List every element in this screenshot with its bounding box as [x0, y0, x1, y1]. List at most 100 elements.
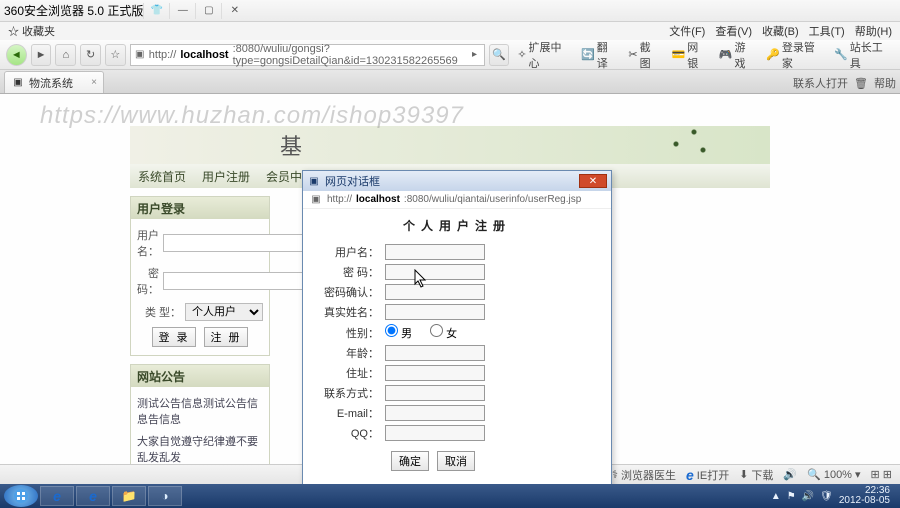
window-titlebar: 360安全浏览器 5.0 正式版 👕 — ▢ ✕ [0, 0, 900, 22]
menu-view[interactable]: 查看(V) [711, 23, 756, 39]
login-panel: 用户登录 用户名： 密 码： 类 型：个人用户 登 录 注 册 [130, 196, 270, 356]
dialog-url-icon: ▣ [309, 193, 323, 207]
login-button[interactable]: 登 录 [152, 327, 196, 347]
reg-contact-input[interactable] [385, 385, 485, 401]
ext-center[interactable]: ✧扩展中心 [513, 44, 573, 66]
menubar: ☆ 收藏夹 文件(F) 查看(V) 收藏(B) 工具(T) 帮助(H) [0, 22, 900, 40]
dialog-cancel-button[interactable]: 取消 [437, 451, 475, 471]
page-icon: ▣ [135, 48, 145, 62]
skin-button[interactable]: 👕 [143, 3, 169, 19]
forward-button[interactable]: ► [31, 44, 52, 66]
home-button[interactable]: ⌂ [55, 44, 76, 66]
search-button[interactable]: 🔍 [489, 44, 510, 66]
translate[interactable]: 🔄翻译 [577, 44, 620, 66]
tray-icon[interactable]: ⚑ [787, 491, 796, 502]
nav-register[interactable]: 用户注册 [202, 168, 250, 185]
task-ie[interactable]: e [40, 486, 74, 506]
app-title: 360安全浏览器 5.0 正式版 [4, 2, 143, 19]
close-button[interactable]: ✕ [221, 3, 247, 19]
status-doctor[interactable]: ⚕浏览器医生 [612, 467, 676, 483]
taskbar: e e 📁 ◑ ▲ ⚑ 🔊 🛡 22:362012-08-05 [0, 484, 900, 508]
favorites-menu[interactable]: ☆ 收藏夹 [4, 23, 59, 39]
dialog-icon: ▣ [307, 174, 321, 188]
notice-panel-title: 网站公告 [131, 365, 269, 387]
task-explorer[interactable]: 📁 [112, 486, 146, 506]
dialog-url: ▣ http://localhost:8080/wuliu/qiantai/us… [303, 191, 611, 209]
dialog-close-button[interactable]: ✕ [579, 174, 607, 188]
tab-icon: ▣ [11, 76, 25, 90]
login-type-label: 类 型： [137, 304, 181, 320]
reg-realname-input[interactable] [385, 304, 485, 320]
reg-gender-male[interactable] [385, 324, 398, 337]
url-path: :8080/wuliu/gongsi?type=gongsiDetailQian… [233, 43, 466, 67]
tab-close-icon[interactable]: × [91, 77, 97, 88]
game[interactable]: 🎮游戏 [715, 44, 758, 66]
tab-title: 物流系统 [29, 75, 73, 91]
dev-tools[interactable]: 🔧站长工具 [830, 44, 894, 66]
reg-qq-input[interactable] [385, 425, 485, 441]
register-dialog: ▣ 网页对话框 ✕ ▣ http://localhost:8080/wuliu/… [302, 170, 612, 484]
maximize-button[interactable]: ▢ [195, 3, 221, 19]
bamboo-image [640, 114, 730, 174]
reg-gender-female[interactable] [430, 324, 443, 337]
notice-item[interactable]: 大家自觉遵守纪律遵不要乱发乱发 [137, 433, 263, 465]
start-button[interactable] [4, 485, 38, 507]
reg-email-input[interactable] [385, 405, 485, 421]
reg-addr-input[interactable] [385, 365, 485, 381]
content: https://www.huzhan.com/ishop39397 基 系统首页… [0, 94, 900, 484]
tray: ▲ ⚑ 🔊 🛡 22:362012-08-05 [771, 486, 896, 506]
back-button[interactable]: ◄ [6, 44, 27, 66]
banner: 基 [130, 126, 770, 164]
dialog-heading: 个人用户注册 [303, 217, 611, 234]
register-button[interactable]: 注 册 [204, 327, 248, 347]
tabstrip: ▣ 物流系统 × 联系人打开 🗑 帮助 [0, 70, 900, 94]
tray-icon[interactable]: ▲ [771, 491, 781, 502]
menu-file[interactable]: 文件(F) [665, 23, 709, 39]
screenshot[interactable]: ✂截图 [624, 44, 663, 66]
reg-age-input[interactable] [385, 345, 485, 361]
bank[interactable]: 💳网银 [668, 44, 711, 66]
dialog-titlebar[interactable]: ▣ 网页对话框 ✕ [303, 171, 611, 191]
login-type-select[interactable]: 个人用户 [185, 303, 263, 321]
nav-home[interactable]: 系统首页 [138, 168, 186, 185]
trash-icon[interactable]: 🗑 [854, 77, 868, 90]
reg-confirm-input[interactable] [385, 284, 485, 300]
login-pass-input[interactable] [163, 272, 311, 290]
address-bar[interactable]: ▣ http://localhost :8080/wuliu/gongsi?typ… [130, 44, 485, 66]
open-contacts[interactable]: 联系人打开 [793, 75, 848, 91]
toolbar: ◄ ► ⌂ ↻ ☆ ▣ http://localhost :8080/wuliu/… [0, 40, 900, 70]
notice-panel: 网站公告 测试公告信息测试公告信息告信息 大家自觉遵守纪律遵不要乱发乱发 [130, 364, 270, 480]
status-ie[interactable]: eIE打开 [686, 467, 729, 483]
task-app[interactable]: ◑ [148, 486, 182, 506]
menu-favorites[interactable]: 收藏(B) [758, 23, 803, 39]
login-panel-title: 用户登录 [131, 197, 269, 219]
menu-tools[interactable]: 工具(T) [805, 23, 849, 39]
login-user-input[interactable] [163, 234, 311, 252]
login-manager[interactable]: 🔑登录管家 [762, 44, 826, 66]
task-ie2[interactable]: e [76, 486, 110, 506]
reg-pass-input[interactable] [385, 264, 485, 280]
status-zoom[interactable]: 🔍100% ▾ [807, 468, 860, 481]
login-pass-label: 密 码： [137, 265, 159, 297]
tray-icon[interactable]: 🔊 [802, 491, 814, 502]
status-sound[interactable]: 🔊 [783, 468, 797, 481]
go-button[interactable]: ▸ [469, 48, 479, 62]
tab-active[interactable]: ▣ 物流系统 × [4, 71, 104, 93]
minimize-button[interactable]: — [169, 3, 195, 19]
menu-help[interactable]: 帮助(H) [851, 23, 896, 39]
tray-icon[interactable]: 🛡 [820, 491, 833, 502]
banner-text: 基 [280, 129, 302, 161]
dialog-title: 网页对话框 [325, 173, 380, 189]
login-user-label: 用户名： [137, 227, 159, 259]
reload-button[interactable]: ↻ [80, 44, 101, 66]
notice-item[interactable]: 测试公告信息测试公告信息告信息 [137, 395, 263, 427]
reg-user-input[interactable] [385, 244, 485, 260]
dialog-ok-button[interactable]: 确定 [391, 451, 429, 471]
status-download[interactable]: ⬇下载 [739, 467, 773, 483]
status-split[interactable]: ⊞ ⊞ [871, 468, 893, 481]
star-button[interactable]: ☆ [105, 44, 126, 66]
url-host: localhost [180, 49, 228, 61]
tray-clock[interactable]: 22:362012-08-05 [839, 486, 890, 506]
url-prefix: http:// [149, 49, 177, 61]
help-icon[interactable]: 帮助 [874, 75, 896, 91]
